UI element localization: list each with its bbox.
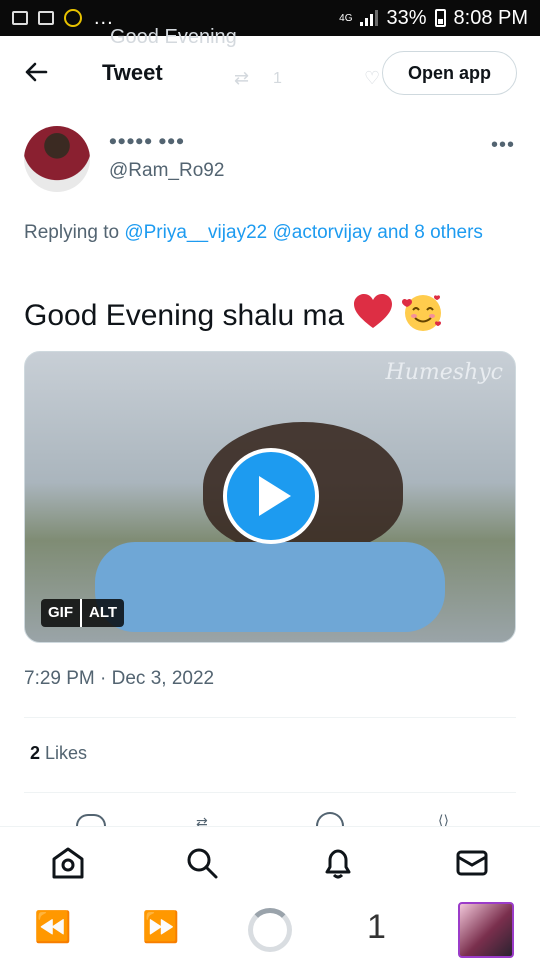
ghost-previous-tweet: Good Evening: [110, 26, 237, 48]
battery-icon: [434, 9, 446, 27]
profile-thumbnail[interactable]: [458, 902, 514, 958]
likes-label: Likes: [45, 743, 88, 763]
network-type: 4G: [339, 12, 353, 24]
clock: 8:08 PM: [453, 6, 528, 29]
play-button-icon[interactable]: [223, 448, 319, 544]
ghost-like-icon: ♡: [364, 68, 381, 88]
ghost-retweet-icon: ⇄: [234, 68, 250, 88]
ghost-retweet-count: 1: [273, 70, 282, 87]
replying-prefix: Replying to: [24, 222, 120, 243]
back-arrow-icon[interactable]: [24, 62, 48, 83]
tweet-text: Good Evening shalu ma: [24, 298, 345, 332]
divider: [24, 717, 516, 718]
avatar[interactable]: [24, 126, 90, 192]
signal-icon: [360, 10, 379, 26]
fast-forward-icon[interactable]: ⏩: [142, 910, 179, 945]
gif-badge: GIF: [48, 604, 73, 621]
home-icon[interactable]: [50, 845, 86, 881]
divider: [24, 792, 516, 793]
rewind-icon[interactable]: ⏪: [34, 910, 71, 945]
tweet-text-row: Good Evening shalu ma: [24, 292, 443, 342]
notifications-icon[interactable]: [320, 845, 356, 881]
loading-spinner-icon: [248, 908, 292, 952]
more-options-icon[interactable]: •••: [491, 134, 515, 157]
media-badge: GIF ALT: [41, 599, 125, 627]
replying-links[interactable]: @Priya__vijay22 @actorvijay and 8 others: [124, 222, 483, 243]
like-icon[interactable]: [316, 812, 344, 826]
media-watermark: Humeshyc: [385, 360, 503, 385]
search-icon[interactable]: [184, 845, 220, 881]
battery-percent: 33%: [386, 6, 427, 29]
app-notification-icon: [64, 9, 82, 27]
replying-to: Replying to @Priya__vijay22 @actorvijay …: [24, 218, 504, 247]
status-bar: ... 4G 33% 8:08 PM: [0, 0, 540, 36]
likes-count: 2: [30, 743, 41, 763]
likes-stat[interactable]: 2 Likes: [30, 743, 87, 764]
page-title: Tweet: [102, 60, 163, 85]
display-name[interactable]: ꔷꔷꔷꔷꔷ ꔷꔷꔷ: [109, 134, 185, 152]
open-app-button[interactable]: Open app: [382, 51, 517, 95]
tab-count[interactable]: 1: [367, 908, 386, 947]
red-heart-icon: [353, 294, 393, 340]
bottom-nav: [0, 826, 540, 896]
tweet-timestamp[interactable]: 7:29 PM · Dec 3, 2022: [24, 668, 214, 690]
alt-badge[interactable]: ALT: [80, 599, 124, 627]
reply-icon[interactable]: [76, 814, 106, 826]
gallery-notification-icon: [12, 11, 28, 25]
media-cloth: [95, 542, 445, 632]
messages-icon[interactable]: [454, 845, 490, 881]
gif-media[interactable]: Humeshyc GIF ALT: [24, 351, 516, 643]
smiling-face-with-hearts-icon: [401, 292, 443, 342]
camera-notification-icon: [38, 11, 54, 25]
user-handle[interactable]: @Ram_Ro92: [109, 160, 224, 182]
